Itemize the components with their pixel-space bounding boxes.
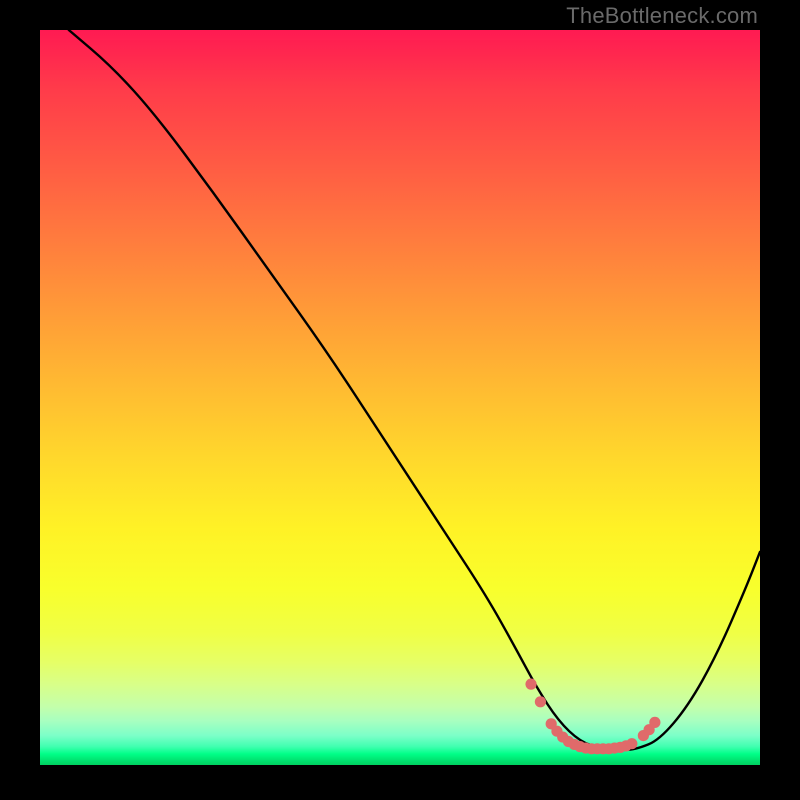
bottleneck-curve bbox=[69, 30, 760, 750]
plot-area bbox=[40, 30, 760, 765]
minimum-band-dot bbox=[535, 696, 546, 707]
watermark-text: TheBottleneck.com bbox=[566, 3, 758, 29]
chart-frame: TheBottleneck.com bbox=[0, 0, 800, 800]
chart-svg bbox=[40, 30, 760, 765]
minimum-band-dot bbox=[649, 717, 660, 728]
minimum-band-dot bbox=[626, 738, 637, 749]
minimum-band-dot bbox=[525, 679, 536, 690]
highlighted-minimum-band bbox=[525, 679, 660, 755]
